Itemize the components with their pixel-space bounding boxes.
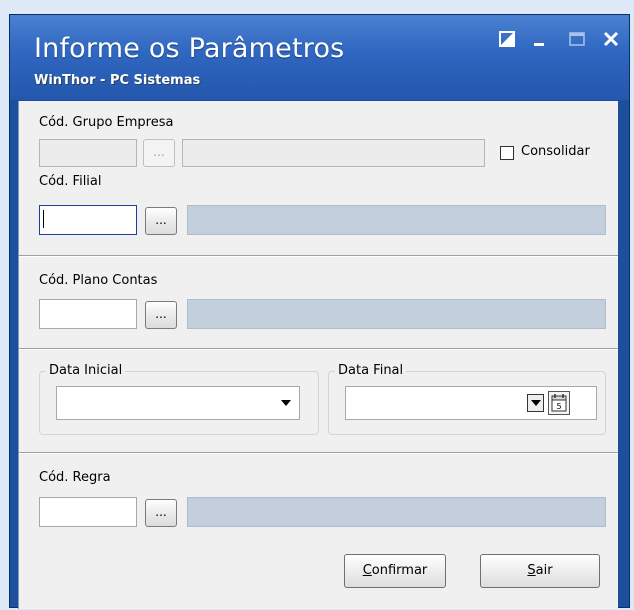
close-icon[interactable] <box>598 27 624 53</box>
filial-desc-field <box>187 205 606 235</box>
grupo-empresa-lookup-button[interactable]: ... <box>143 139 175 167</box>
sair-button[interactable]: Sair <box>480 554 600 588</box>
dropdown-arrow-icon <box>281 400 291 406</box>
plano-contas-code-input[interactable] <box>39 299 137 329</box>
dropdown-button[interactable] <box>527 394 544 412</box>
svg-text:5: 5 <box>556 402 561 411</box>
regra-code-input[interactable] <box>39 497 137 527</box>
regra-desc-field <box>187 497 606 527</box>
confirmar-button[interactable]: Confirmar <box>344 554 446 588</box>
restore-icon[interactable] <box>494 27 520 53</box>
consolidar-label[interactable]: Consolidar <box>521 144 590 159</box>
sair-accesskey: S <box>527 563 536 578</box>
grupo-empresa-desc-field <box>182 139 485 167</box>
regra-label: Cód. Regra <box>39 470 111 485</box>
data-inicial-group: Data Inicial <box>39 363 319 435</box>
plano-contas-lookup-button[interactable]: ... <box>145 301 177 329</box>
regra-lookup-button[interactable]: ... <box>145 499 177 527</box>
separator <box>19 255 618 257</box>
title-bar[interactable]: Informe os Parâmetros WinThor - PC Siste… <box>10 15 629 100</box>
confirmar-accesskey: C <box>362 563 372 578</box>
text-caret <box>43 210 44 228</box>
consolidar-checkbox[interactable] <box>500 146 514 160</box>
window-title: Informe os Parâmetros <box>34 33 345 64</box>
dialog-body: Cód. Grupo Empresa ... Consolidar Cód. F… <box>18 101 618 609</box>
calendar-icon[interactable]: 5 <box>548 391 570 415</box>
data-inicial-label: Data Inicial <box>46 363 126 378</box>
maximize-icon[interactable] <box>564 27 590 53</box>
window-subtitle: WinThor - PC Sistemas <box>34 73 201 88</box>
filial-label: Cód. Filial <box>39 174 102 189</box>
separator <box>19 452 618 454</box>
data-final-input[interactable]: 5 <box>345 386 597 420</box>
sair-label: air <box>535 563 553 578</box>
data-inicial-select[interactable] <box>56 386 300 420</box>
confirmar-label: onfirmar <box>371 563 428 578</box>
grupo-empresa-label: Cód. Grupo Empresa <box>39 115 174 130</box>
plano-contas-label: Cód. Plano Contas <box>39 273 158 288</box>
filial-code-input[interactable] <box>39 205 137 235</box>
data-final-group: Data Final 5 <box>328 363 606 435</box>
minimize-icon[interactable] <box>526 27 552 53</box>
dropdown-arrow-icon <box>531 400 541 406</box>
filial-lookup-button[interactable]: ... <box>145 207 177 235</box>
data-final-label: Data Final <box>335 363 407 378</box>
dialog-window: Informe os Parâmetros WinThor - PC Siste… <box>9 14 630 609</box>
grupo-empresa-code-input[interactable] <box>39 139 137 167</box>
plano-contas-desc-field <box>187 299 606 329</box>
separator <box>19 348 618 350</box>
